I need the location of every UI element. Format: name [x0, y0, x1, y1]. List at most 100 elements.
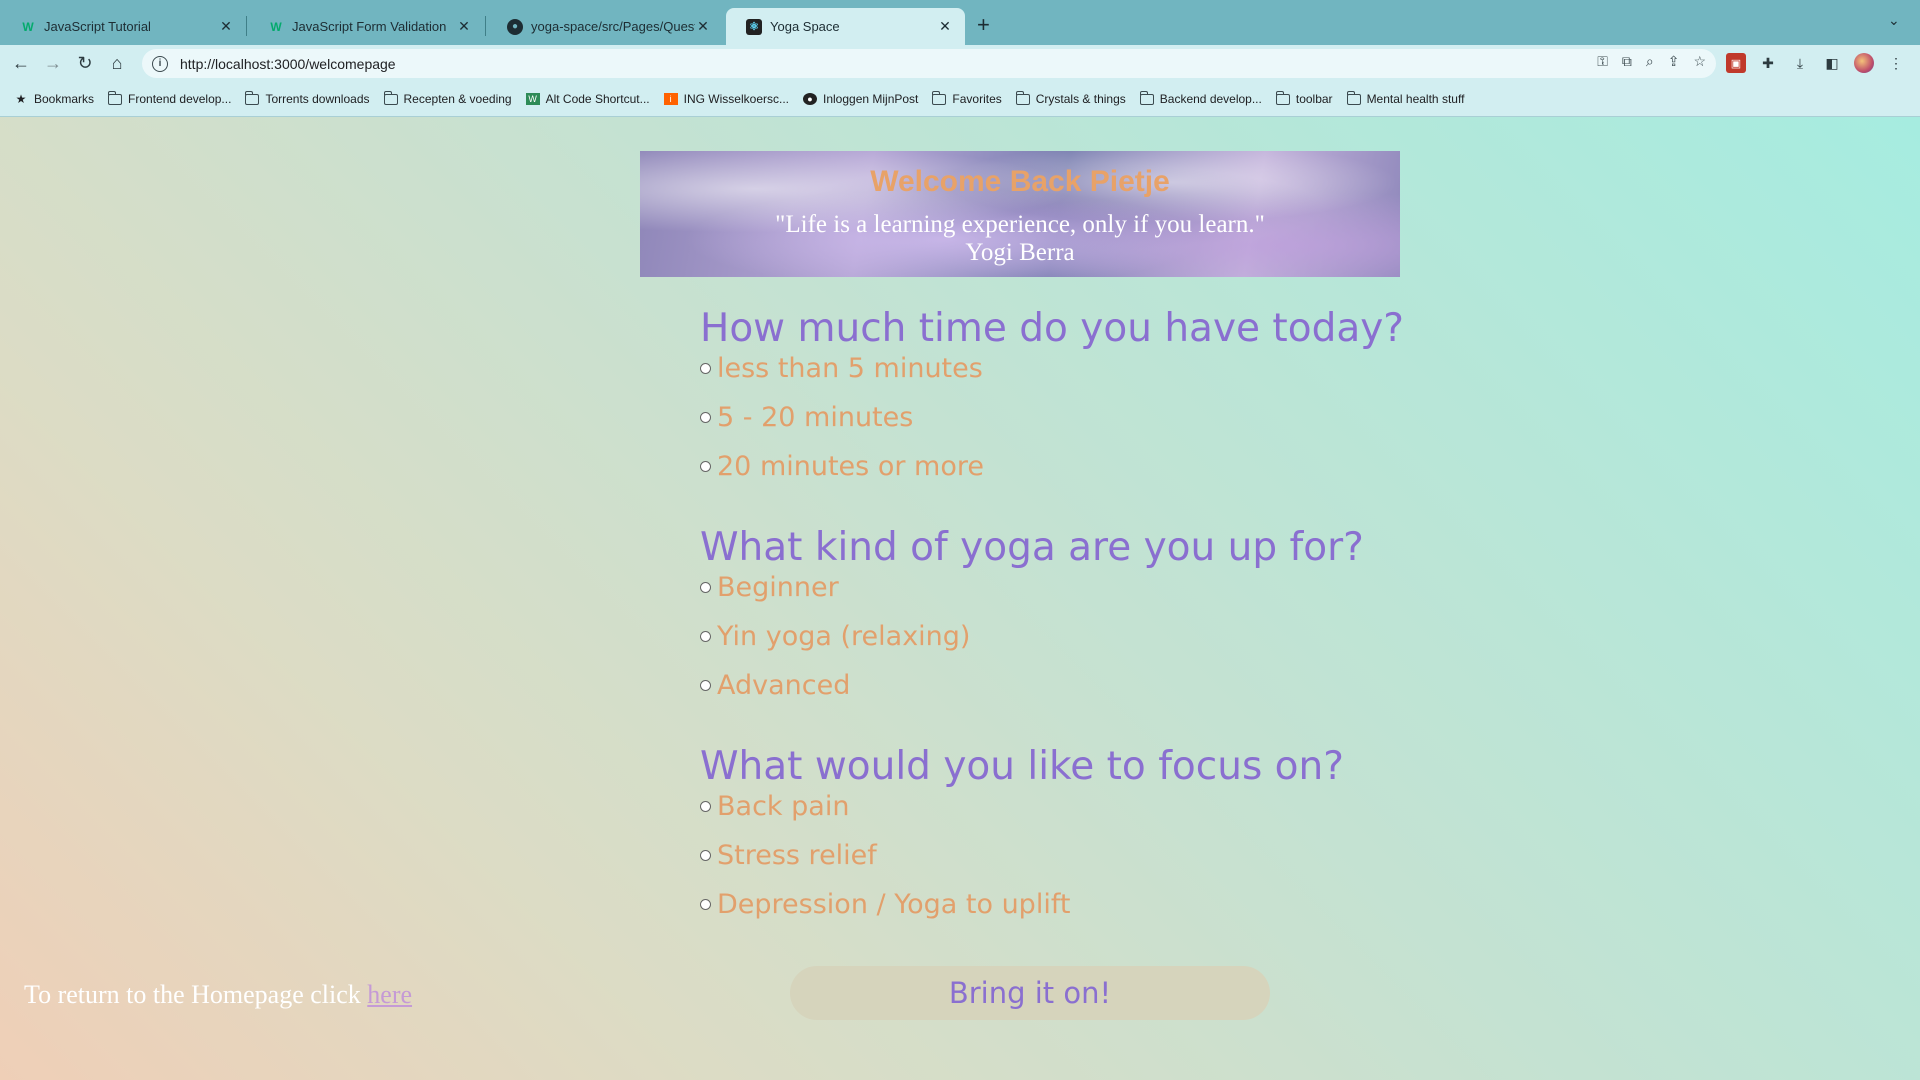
tab-title: Yoga Space — [770, 19, 840, 34]
reload-icon[interactable]: ↻ — [73, 51, 97, 75]
option-label: 5 - 20 minutes — [717, 402, 914, 433]
postnl-icon: ● — [803, 93, 817, 105]
bookmark-item[interactable]: ★ Bookmarks — [14, 92, 94, 106]
option-depression-uplift[interactable]: Depression / Yoga to uplift — [700, 889, 1070, 920]
bring-it-on-button[interactable]: Bring it on! — [790, 966, 1270, 1020]
option-label: Yin yoga (relaxing) — [717, 621, 971, 652]
extension-icon[interactable]: ▣ — [1726, 53, 1746, 73]
folder-icon — [932, 90, 947, 105]
share-icon[interactable]: ⇪ — [1668, 53, 1680, 70]
radio-button[interactable] — [700, 850, 711, 861]
react-icon: ⚛ — [746, 18, 762, 35]
home-icon[interactable]: ⌂ — [105, 51, 129, 75]
bookmark-folder[interactable]: Favorites — [932, 90, 1002, 106]
question-focus: What would you like to focus on? — [700, 744, 1344, 789]
option-5-20-minutes[interactable]: 5 - 20 minutes — [700, 402, 913, 433]
option-stress-relief[interactable]: Stress relief — [700, 840, 877, 871]
forward-arrow-icon[interactable]: → — [41, 51, 65, 75]
side-panel-icon[interactable]: ◧ — [1822, 53, 1842, 73]
close-tab-icon[interactable]: ✕ — [937, 18, 953, 35]
w3schools-icon: W — [22, 19, 34, 34]
radio-button[interactable] — [700, 582, 711, 593]
tab-github-yoga-space[interactable]: ● yoga-space/src/Pages/Questic ✕ — [487, 8, 723, 45]
bookmark-label: Frontend develop... — [128, 92, 232, 106]
bookmark-label: Torrents downloads — [265, 92, 370, 106]
folder-icon — [108, 90, 123, 105]
folder-icon — [383, 90, 398, 105]
homepage-link[interactable]: here — [367, 980, 412, 1009]
tab-javascript-form-validation[interactable]: W JavaScript Form Validation ✕ — [248, 8, 484, 45]
option-back-pain[interactable]: Back pain — [700, 791, 849, 822]
w3schools-icon: W — [270, 19, 282, 34]
option-label: Beginner — [717, 572, 839, 603]
bookmark-label: Alt Code Shortcut... — [545, 92, 650, 106]
option-advanced[interactable]: Advanced — [700, 670, 850, 701]
tab-title: JavaScript Form Validation — [292, 19, 447, 34]
more-menu-icon[interactable]: ⋮ — [1886, 53, 1906, 73]
bookmark-star-icon[interactable]: ☆ — [1693, 53, 1706, 70]
url-text[interactable]: http://localhost:3000/welcomepage — [180, 56, 396, 72]
tab-strip: W JavaScript Tutorial ✕ W JavaScript For… — [0, 0, 1920, 45]
bookmark-folder[interactable]: Backend develop... — [1139, 90, 1262, 106]
bookmark-label: Inloggen MijnPost — [823, 92, 919, 106]
bookmark-folder[interactable]: Mental health stuff — [1346, 90, 1465, 106]
address-bar[interactable]: i http://localhost:3000/welcomepage ⚿ ⧉ … — [142, 49, 1716, 78]
bookmark-label: toolbar — [1295, 92, 1333, 106]
bookmark-label: Mental health stuff — [1366, 92, 1465, 106]
ing-icon: i — [663, 93, 678, 105]
tab-title: JavaScript Tutorial — [44, 19, 151, 34]
close-tab-icon[interactable]: ✕ — [456, 18, 472, 35]
download-icon[interactable]: ⤓ — [1790, 53, 1810, 73]
radio-button[interactable] — [700, 680, 711, 691]
back-arrow-icon[interactable]: ← — [9, 51, 33, 75]
folder-icon — [1139, 90, 1154, 105]
omnibox-actions: ⚿ ⧉ ⌕ ⇪ ☆ — [1597, 53, 1706, 70]
open-in-app-icon[interactable]: ⧉ — [1622, 53, 1632, 70]
option-label: Depression / Yoga to uplift — [717, 889, 1071, 920]
option-label: Back pain — [717, 791, 850, 822]
radio-button[interactable] — [700, 899, 711, 910]
tab-javascript-tutorial[interactable]: W JavaScript Tutorial ✕ — [0, 8, 246, 45]
bookmark-label: ING Wisselkoersc... — [683, 92, 789, 106]
radio-button[interactable] — [700, 631, 711, 642]
option-beginner[interactable]: Beginner — [700, 572, 839, 603]
question-yoga-kind: What kind of yoga are you up for? — [700, 525, 1364, 570]
new-tab-icon[interactable]: + — [977, 12, 990, 38]
bookmark-folder[interactable]: Torrents downloads — [245, 90, 370, 106]
option-20-minutes-or-more[interactable]: 20 minutes or more — [700, 451, 984, 482]
extensions-puzzle-icon[interactable]: ✚ — [1758, 53, 1778, 73]
bookmark-item[interactable]: i ING Wisselkoersc... — [663, 92, 789, 106]
close-tab-icon[interactable]: ✕ — [695, 18, 711, 35]
tab-separator — [246, 16, 247, 36]
tab-separator — [485, 16, 486, 36]
option-yin-yoga[interactable]: Yin yoga (relaxing) — [700, 621, 970, 652]
bookmark-label: Bookmarks — [34, 92, 95, 106]
tab-yoga-space[interactable]: ⚛ Yoga Space ✕ — [726, 8, 965, 45]
option-label: Stress relief — [717, 840, 877, 871]
site-info-icon[interactable]: i — [152, 55, 168, 72]
bookmark-folder[interactable]: Frontend develop... — [108, 90, 232, 106]
option-less-than-5-minutes[interactable]: less than 5 minutes — [700, 353, 983, 384]
bookmark-item[interactable]: ● Inloggen MijnPost — [803, 92, 918, 106]
browser-toolbar: ← → ↻ ⌂ i http://localhost:3000/welcomep… — [0, 45, 1920, 82]
zoom-icon[interactable]: ⌕ — [1646, 53, 1654, 70]
bookmark-folder[interactable]: Recepten & voeding — [383, 90, 512, 106]
question-time: How much time do you have today? — [700, 306, 1404, 351]
profile-avatar[interactable] — [1854, 53, 1874, 73]
password-key-icon[interactable]: ⚿ — [1597, 53, 1608, 70]
bookmark-item[interactable]: W Alt Code Shortcut... — [525, 92, 650, 106]
radio-button[interactable] — [700, 412, 711, 423]
radio-button[interactable] — [700, 363, 711, 374]
bookmark-label: Favorites — [952, 92, 1002, 106]
option-label: 20 minutes or more — [717, 451, 984, 482]
radio-button[interactable] — [700, 801, 711, 812]
radio-button[interactable] — [700, 461, 711, 472]
altcode-icon: W — [525, 93, 540, 105]
close-tab-icon[interactable]: ✕ — [218, 18, 234, 35]
bookmark-folder[interactable]: Crystals & things — [1015, 90, 1126, 106]
tab-search-chevron-icon[interactable]: ⌄ — [1888, 12, 1900, 29]
github-icon: ● — [507, 18, 523, 35]
bookmark-folder[interactable]: toolbar — [1275, 90, 1333, 106]
footer-label: To return to the Homepage click — [24, 980, 368, 1009]
bookmark-label: Crystals & things — [1035, 92, 1126, 106]
